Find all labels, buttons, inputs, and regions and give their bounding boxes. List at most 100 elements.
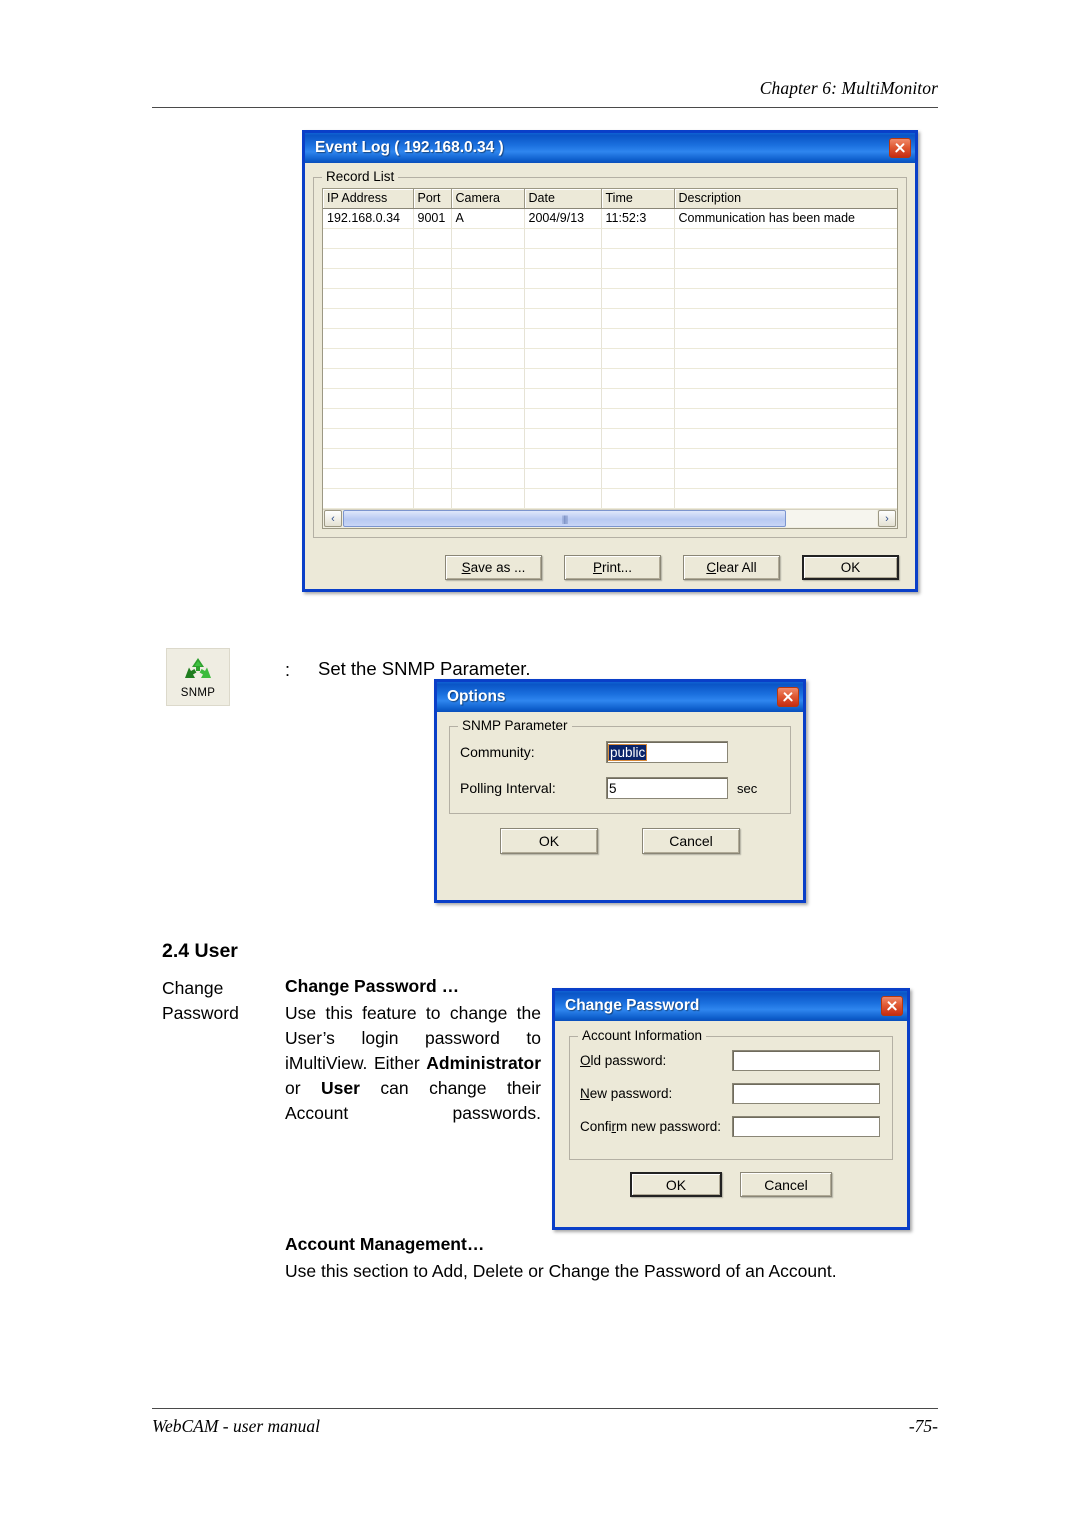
column-header-5[interactable]: Description: [674, 189, 897, 209]
table-cell: [524, 288, 602, 309]
scroll-right-arrow-icon[interactable]: ›: [878, 510, 896, 527]
clear-all-button[interactable]: Clear All: [683, 554, 780, 580]
polling-interval-input[interactable]: 5: [606, 777, 728, 799]
table-cell: A: [451, 208, 525, 229]
new-password-field[interactable]: [732, 1083, 880, 1104]
table-row-empty[interactable]: [323, 428, 897, 449]
table-cell: [451, 488, 525, 509]
password-field-row: Old password:: [580, 1050, 882, 1071]
table-cell: [413, 288, 452, 309]
table-cell: [451, 468, 525, 489]
table-row-empty[interactable]: [323, 308, 897, 329]
page-header: Chapter 6: MultiMonitor: [152, 78, 938, 108]
options-titlebar: Options: [437, 682, 803, 712]
table-cell: [601, 288, 675, 309]
recycle-arrows-icon: [185, 657, 211, 678]
old-password-field[interactable]: [732, 1050, 880, 1071]
column-header-2[interactable]: Camera: [451, 189, 525, 209]
close-icon[interactable]: [889, 138, 911, 158]
record-list-legend: Record List: [322, 169, 399, 185]
page-footer: WebCAM - user manual -75-: [152, 1408, 938, 1437]
table-row-empty[interactable]: [323, 348, 897, 369]
table-cell: [524, 408, 602, 429]
chapter-title: Chapter 6: MultiMonitor: [759, 78, 938, 98]
table-cell: [451, 428, 525, 449]
table-cell: [323, 268, 414, 289]
table-cell: [674, 428, 897, 449]
scrollbar-thumb[interactable]: ||||: [343, 510, 787, 527]
table-cell: [524, 328, 602, 349]
table-row-empty[interactable]: [323, 388, 897, 409]
table-cell: [323, 308, 414, 329]
table-cell: [524, 308, 602, 329]
scrollbar-track[interactable]: ||||: [343, 510, 877, 527]
table-cell: [674, 388, 897, 409]
footer-rule: [152, 1408, 938, 1409]
table-row-empty[interactable]: [323, 328, 897, 349]
table-cell: [451, 288, 525, 309]
horizontal-scrollbar[interactable]: ‹ |||| ›: [323, 508, 897, 528]
table-row[interactable]: 192.168.0.34 9001 A 2004/9/13 11:52:3 Communi…: [323, 208, 897, 229]
column-header-4[interactable]: Time: [601, 189, 675, 209]
change-password-dialog: Change Password Account Information Old …: [552, 988, 910, 1230]
account-management-subhead: Account Management…: [285, 1234, 485, 1254]
table-row-empty[interactable]: [323, 368, 897, 389]
record-list-grid[interactable]: IP Address Port Camera Date Time Description …: [322, 188, 898, 529]
record-list-group: Record List IP Address Port Camera Date Time…: [313, 169, 907, 538]
close-icon[interactable]: [777, 687, 799, 707]
table-cell: [451, 408, 525, 429]
table-cell: [451, 388, 525, 409]
field-label: Confirm new password:: [580, 1119, 722, 1134]
change-password-button-row: OK Cancel: [563, 1172, 899, 1197]
table-row-empty[interactable]: [323, 288, 897, 309]
options-dialog: Options SNMP Parameter Community: public P…: [434, 679, 806, 903]
column-header-3[interactable]: Date: [524, 189, 602, 209]
table-cell: [323, 408, 414, 429]
save-as-button[interactable]: Save as ...: [445, 554, 542, 580]
close-icon[interactable]: [881, 996, 903, 1016]
table-cell: [601, 428, 675, 449]
column-header-0[interactable]: IP Address: [323, 189, 414, 209]
account-information-group: Account Information Old password: New pas…: [569, 1028, 893, 1160]
cancel-button[interactable]: Cancel: [740, 1172, 832, 1197]
table-cell: [674, 488, 897, 509]
community-input[interactable]: public: [606, 741, 728, 763]
change-password-titlebar: Change Password: [555, 991, 907, 1021]
snmp-parameter-legend: SNMP Parameter: [458, 718, 572, 734]
table-cell: [323, 288, 414, 309]
scrollbar-grip-icon: ||||: [561, 513, 568, 524]
change-password-copy: Change Password … Use this feature to ch…: [285, 976, 541, 1126]
table-cell: [674, 288, 897, 309]
table-cell: [601, 248, 675, 269]
table-cell: [601, 368, 675, 389]
record-table: IP Address Port Camera Date Time Description …: [323, 189, 897, 509]
table-cell: [674, 268, 897, 289]
snmp-toolbar-icon[interactable]: SNMP: [166, 648, 230, 706]
table-row-empty[interactable]: [323, 228, 897, 249]
table-cell: [524, 348, 602, 369]
table-row-empty[interactable]: [323, 248, 897, 269]
options-field-row: Community: public: [460, 741, 780, 763]
column-header-1[interactable]: Port: [413, 189, 452, 209]
ok-button[interactable]: OK: [802, 554, 899, 580]
manual-name: WebCAM - user manual: [152, 1416, 321, 1436]
table-cell: 9001: [413, 208, 452, 229]
confirm-password-field[interactable]: [732, 1116, 880, 1137]
field-value: 5: [609, 780, 617, 796]
table-row-empty[interactable]: [323, 408, 897, 429]
table-row-empty[interactable]: [323, 268, 897, 289]
table-row-empty[interactable]: [323, 448, 897, 469]
table-row-empty[interactable]: [323, 488, 897, 509]
ok-button[interactable]: OK: [630, 1172, 722, 1197]
scroll-left-arrow-icon[interactable]: ‹: [324, 510, 342, 527]
ok-button[interactable]: OK: [500, 828, 598, 854]
table-cell: [674, 308, 897, 329]
table-cell: [413, 248, 452, 269]
print-button[interactable]: Print...: [564, 554, 661, 580]
table-cell: 2004/9/13: [524, 208, 602, 229]
cancel-button[interactable]: Cancel: [642, 828, 740, 854]
page-number: -75-: [908, 1416, 938, 1436]
snmp-separator: :: [285, 660, 291, 680]
table-cell: [413, 268, 452, 289]
table-row-empty[interactable]: [323, 468, 897, 489]
